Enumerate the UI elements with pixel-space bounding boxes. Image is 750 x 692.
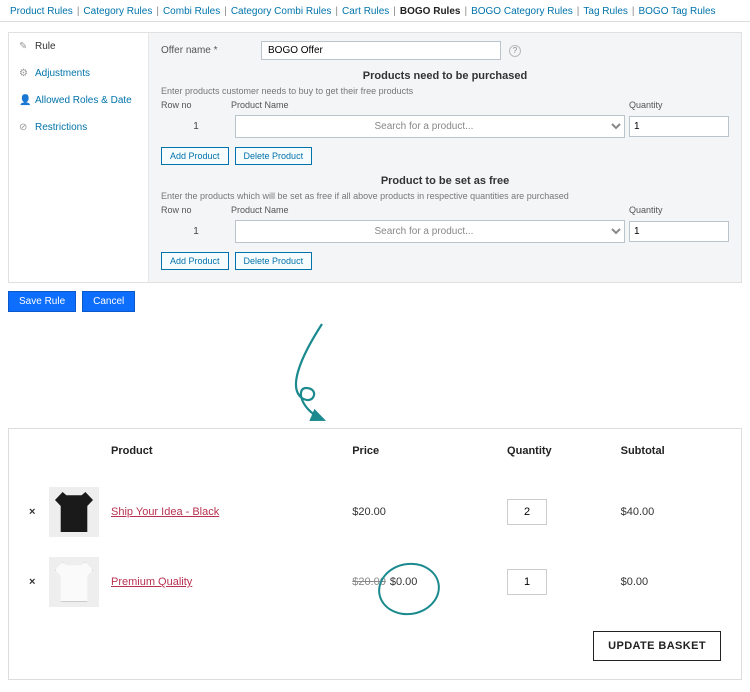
- row-number: 1: [161, 226, 231, 237]
- help-icon[interactable]: ?: [509, 45, 521, 57]
- product-thumbnail: [49, 487, 99, 537]
- purchase-hint: Enter products customer needs to buy to …: [161, 86, 729, 96]
- current-price: $0.00: [390, 576, 418, 588]
- remove-item-button[interactable]: ×: [23, 547, 43, 617]
- rule-sidebar: ✎ Rule ⚙ Adjustments 👤 Allowed Roles & Date ⊘ R…: [9, 33, 149, 282]
- rule-panel: ✎ Rule ⚙ Adjustments 👤 Allowed Roles & Date ⊘ R…: [8, 32, 742, 283]
- cancel-button[interactable]: Cancel: [82, 291, 135, 312]
- purchase-table: Row no Product Name Quantity 1 Search fo…: [161, 98, 729, 165]
- offer-name-input[interactable]: [261, 41, 501, 60]
- col-qty: Quantity: [629, 205, 729, 215]
- tab-bogo-category-rules[interactable]: BOGO Category Rules: [469, 6, 575, 17]
- tab-product-rules[interactable]: Product Rules: [8, 6, 75, 17]
- original-price: $20.00: [352, 576, 386, 588]
- product-link[interactable]: Premium Quality: [111, 576, 192, 588]
- cart-qty-input[interactable]: [507, 569, 547, 595]
- tab-bogo-tag-rules[interactable]: BOGO Tag Rules: [636, 6, 717, 17]
- product-link[interactable]: Ship Your Idea - Black: [111, 506, 219, 518]
- restrictions-icon: ⊘: [19, 122, 29, 133]
- shirt-icon: [55, 492, 93, 532]
- add-product-button[interactable]: Add Product: [161, 252, 229, 270]
- save-rule-button[interactable]: Save Rule: [8, 291, 76, 312]
- rule-icon: ✎: [19, 41, 29, 52]
- cart-col-subtotal: Subtotal: [615, 437, 727, 477]
- tab-combi-rules[interactable]: Combi Rules: [161, 6, 222, 17]
- product-select[interactable]: Search for a product...: [235, 220, 625, 243]
- remove-item-button[interactable]: ×: [23, 477, 43, 547]
- tab-tag-rules[interactable]: Tag Rules: [581, 6, 629, 17]
- cart-qty-input[interactable]: [507, 499, 547, 525]
- sidebar-item-label: Restrictions: [35, 122, 87, 133]
- cart-preview-wrap: Product Price Quantity Subtotal × Ship Yo…: [0, 428, 750, 680]
- add-product-button[interactable]: Add Product: [161, 147, 229, 165]
- cart-col-qty: Quantity: [501, 437, 615, 477]
- free-table: Row no Product Name Quantity 1 Search fo…: [161, 203, 729, 270]
- delete-product-button[interactable]: Delete Product: [235, 147, 313, 165]
- shirt-icon: [55, 562, 93, 602]
- subtotal-cell: $0.00: [615, 547, 727, 617]
- col-rowno: Row no: [161, 100, 231, 110]
- cart-preview: Product Price Quantity Subtotal × Ship Yo…: [8, 428, 742, 680]
- purchase-row: 1 Search for a product...: [161, 112, 729, 141]
- subtotal-cell: $40.00: [615, 477, 727, 547]
- sidebar-item-label: Adjustments: [35, 68, 90, 79]
- allowed-roles-date-icon: 👤: [19, 95, 29, 106]
- qty-input[interactable]: [629, 221, 729, 242]
- annotation-arrow: [0, 328, 750, 428]
- current-price: $20.00: [352, 506, 386, 518]
- rule-config: Offer name * ? Products need to be purch…: [149, 33, 741, 282]
- purchase-section-title: Products need to be purchased: [161, 70, 729, 82]
- sidebar-item-rule[interactable]: ✎ Rule: [9, 33, 148, 60]
- cart-row: × Ship Your Idea - Black $20.00 $40.00: [23, 477, 727, 547]
- sidebar-item-allowed-roles-date[interactable]: 👤 Allowed Roles & Date: [9, 87, 148, 114]
- qty-input[interactable]: [629, 116, 729, 137]
- col-product-name: Product Name: [231, 205, 629, 215]
- sidebar-item-label: Allowed Roles & Date: [35, 95, 132, 106]
- cart-col-product: Product: [105, 437, 346, 477]
- row-number: 1: [161, 121, 231, 132]
- col-product-name: Product Name: [231, 100, 629, 110]
- cart-row: × Premium Quality $20.00 $0.00 $0.00: [23, 547, 727, 617]
- cart-col-price: Price: [346, 437, 501, 477]
- free-row: 1 Search for a product...: [161, 217, 729, 246]
- price-cell: $20.00: [346, 477, 501, 547]
- sidebar-item-label: Rule: [35, 41, 56, 52]
- tab-category-combi-rules[interactable]: Category Combi Rules: [229, 6, 334, 17]
- tab-category-rules[interactable]: Category Rules: [81, 6, 154, 17]
- product-select[interactable]: Search for a product...: [235, 115, 625, 138]
- tab-bogo-rules[interactable]: BOGO Rules: [398, 6, 463, 17]
- adjustments-icon: ⚙: [19, 68, 29, 79]
- free-section-title: Product to be set as free: [161, 175, 729, 187]
- delete-product-button[interactable]: Delete Product: [235, 252, 313, 270]
- sidebar-item-adjustments[interactable]: ⚙ Adjustments: [9, 60, 148, 87]
- col-rowno: Row no: [161, 205, 231, 215]
- update-basket-button[interactable]: UPDATE BASKET: [593, 631, 721, 661]
- offer-name-label: Offer name *: [161, 45, 261, 56]
- tab-cart-rules[interactable]: Cart Rules: [340, 6, 391, 17]
- rule-tabs: Product Rules|Category Rules|Combi Rules…: [0, 0, 750, 22]
- price-cell: $20.00 $0.00: [346, 547, 501, 617]
- footer-actions: Save Rule Cancel: [8, 291, 742, 312]
- col-qty: Quantity: [629, 100, 729, 110]
- sidebar-item-restrictions[interactable]: ⊘ Restrictions: [9, 114, 148, 141]
- offer-name-row: Offer name * ?: [161, 41, 729, 60]
- free-hint: Enter the products which will be set as …: [161, 191, 729, 201]
